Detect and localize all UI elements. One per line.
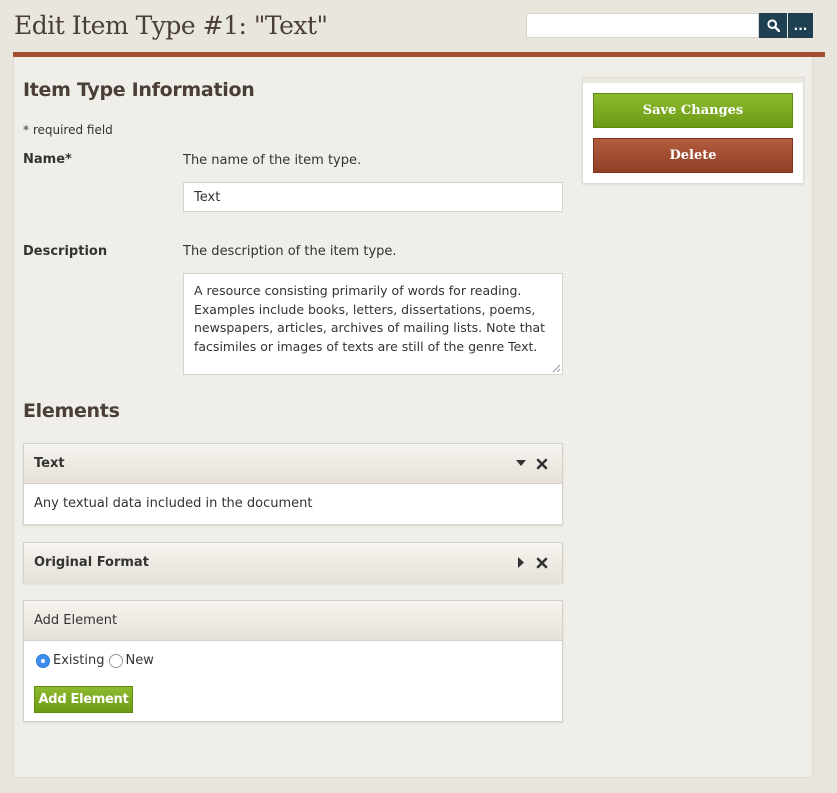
page-header: Edit Item Type #1: "Text" ... bbox=[0, 0, 837, 53]
collapse-arrow-icon[interactable] bbox=[516, 460, 526, 467]
remove-element-icon[interactable] bbox=[536, 458, 548, 470]
description-hint: The description of the item type. bbox=[183, 244, 397, 259]
save-changes-button[interactable]: Save Changes bbox=[593, 93, 793, 128]
description-label: Description bbox=[23, 244, 108, 259]
name-hint: The name of the item type. bbox=[183, 153, 362, 168]
elements-heading: Elements bbox=[23, 400, 120, 422]
required-note: * required field bbox=[23, 123, 113, 137]
expand-arrow-icon[interactable] bbox=[518, 557, 525, 568]
name-field[interactable] bbox=[183, 182, 563, 212]
element-header[interactable]: Original Format bbox=[24, 543, 562, 583]
new-label: New bbox=[125, 653, 154, 668]
element-header[interactable]: Text bbox=[24, 444, 562, 484]
item-type-info-heading: Item Type Information bbox=[23, 79, 255, 101]
search-input[interactable] bbox=[526, 13, 759, 38]
search-button[interactable] bbox=[759, 13, 787, 38]
advanced-search-button[interactable]: ... bbox=[788, 13, 813, 38]
page-title: Edit Item Type #1: "Text" bbox=[14, 11, 328, 40]
description-field[interactable]: A resource consisting primarily of words… bbox=[183, 273, 563, 375]
element-panel-original-format: Original Format bbox=[23, 542, 563, 583]
save-panel-top-bar bbox=[583, 78, 803, 83]
add-element-title: Add Element bbox=[34, 613, 118, 628]
add-element-header: Add Element bbox=[24, 601, 562, 641]
search-icon bbox=[766, 19, 780, 32]
existing-radio[interactable] bbox=[36, 653, 50, 668]
element-panel-text: Text Any textual data included in the do… bbox=[23, 443, 563, 525]
element-source-options: Existing New bbox=[36, 653, 154, 668]
existing-label: Existing bbox=[53, 653, 105, 668]
resize-grip-icon[interactable] bbox=[552, 364, 561, 373]
save-panel: Save Changes Delete bbox=[582, 77, 804, 184]
remove-element-icon[interactable] bbox=[536, 557, 548, 569]
delete-button[interactable]: Delete bbox=[593, 138, 793, 173]
name-label: Name* bbox=[23, 152, 72, 167]
element-title: Original Format bbox=[34, 555, 149, 570]
add-element-button[interactable]: Add Element bbox=[34, 686, 133, 713]
element-description: Any textual data included in the documen… bbox=[34, 496, 313, 511]
element-title: Text bbox=[34, 456, 65, 471]
new-radio[interactable] bbox=[108, 653, 123, 668]
add-element-panel: Add Element Existing New Add Element bbox=[23, 600, 563, 722]
